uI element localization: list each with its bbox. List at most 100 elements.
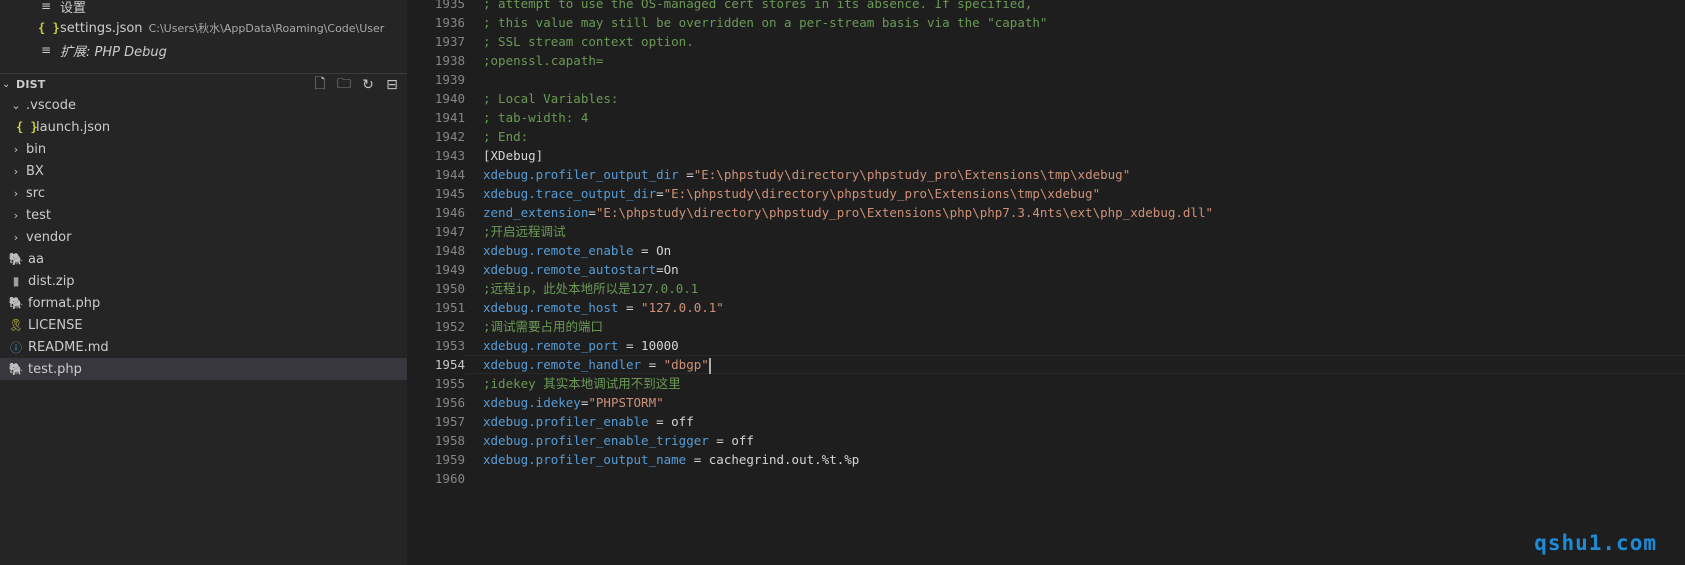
code-editor[interactable]: 1935 1936 1937 1938 1939 1940 1941 1942 1943 1944… — [407, 0, 1685, 565]
tree-item-license[interactable]: 🎗 LICENSE — [0, 314, 407, 336]
code-token: = off — [708, 433, 754, 448]
code-line[interactable]: ; End: — [483, 127, 1683, 146]
code-token: [XDebug] — [483, 148, 544, 163]
tree-item-launch-json[interactable]: { } launch.json — [0, 116, 407, 138]
tree-item-readme-md[interactable]: ⓘ README.md — [0, 336, 407, 358]
line-number: 1942 — [434, 129, 465, 144]
code-line[interactable]: ;openssl.capath= — [483, 51, 1683, 70]
code-line[interactable]: xdebug.profiler_enable_trigger = off — [483, 431, 1683, 450]
line-number: 1949 — [434, 262, 465, 277]
tree-item-bin[interactable]: › bin — [0, 138, 407, 160]
line-number: 1941 — [434, 110, 465, 125]
tree-item-bx[interactable]: › BX — [0, 160, 407, 182]
tree-item-label: LICENSE — [28, 317, 83, 333]
collapse-all-icon[interactable]: ⊟ — [383, 76, 401, 94]
line-number: 1959 — [434, 452, 465, 467]
tree-item-label: src — [26, 185, 45, 201]
code-line[interactable]: [XDebug] — [483, 146, 1683, 165]
chevron-down-icon: ⌄ — [2, 79, 11, 90]
chevron-right-icon[interactable]: › — [8, 143, 24, 156]
code-token: xdebug.profiler_enable — [483, 414, 649, 429]
code-line[interactable]: xdebug.profiler_output_name = cachegrind… — [483, 450, 1683, 469]
code-token: xdebug.remote_host — [483, 300, 619, 315]
code-text-area[interactable]: ; attempt to use the OS-managed cert sto… — [483, 0, 1683, 488]
code-token: "127.0.0.1" — [641, 300, 724, 315]
text-cursor — [708, 357, 711, 374]
code-token: ;远程ip，此处本地所以是127.0.0.1 — [483, 281, 699, 296]
tree-item-test[interactable]: › test — [0, 204, 407, 226]
code-line[interactable]: xdebug.remote_port = 10000 — [483, 336, 1683, 355]
code-token: "E:\phpstudy\directory\phpstudy_pro\Exte… — [595, 205, 1213, 220]
code-token: xdebug.trace_output_dir — [483, 186, 657, 201]
tree-item-dist-zip[interactable]: ▮ dist.zip — [0, 270, 407, 292]
code-line[interactable]: ​ — [483, 469, 1683, 488]
tree-item-label: test — [26, 207, 51, 223]
open-editor-item[interactable]: { } settings.json C:\Users\秋水\AppData\Roam… — [0, 17, 407, 39]
code-line[interactable]: xdebug.profiler_enable = off — [483, 412, 1683, 431]
line-number: 1957 — [434, 414, 465, 429]
code-line[interactable]: xdebug.profiler_output_dir ="E:\phpstudy… — [483, 165, 1683, 184]
code-line[interactable]: ; SSL stream context option. — [483, 32, 1683, 51]
line-number: 1937 — [434, 34, 465, 49]
chevron-right-icon[interactable]: › — [8, 209, 24, 222]
new-file-icon[interactable]: 🗋 — [311, 76, 329, 94]
open-editor-item[interactable]: ≡ 设置 — [0, 0, 407, 17]
tree-item-test-php[interactable]: 🐘 test.php — [0, 358, 407, 380]
code-line[interactable]: ;调试需要占用的端口 — [483, 317, 1683, 336]
code-token: xdebug.profiler_output_dir — [483, 167, 679, 182]
chevron-down-icon[interactable]: ⌄ — [8, 99, 24, 112]
code-line[interactable]: xdebug.remote_handler = "dbgp" — [483, 355, 1683, 374]
tree-item-format-php[interactable]: 🐘 format.php — [0, 292, 407, 314]
line-number: 1958 — [434, 433, 465, 448]
code-line[interactable]: xdebug.idekey="PHPSTORM" — [483, 393, 1683, 412]
tree-item-vendor[interactable]: › vendor — [0, 226, 407, 248]
code-line[interactable]: ; tab-width: 4 — [483, 108, 1683, 127]
code-line[interactable]: zend_extension="E:\phpstudy\directory\ph… — [483, 203, 1683, 222]
code-token: = — [641, 357, 664, 372]
tree-item-aa[interactable]: 🐘 aa — [0, 248, 407, 270]
explorer-section-header[interactable]: ⌄ DIST 🗋 🗀 ↻ ⊟ — [0, 73, 407, 95]
chevron-right-icon[interactable]: › — [8, 165, 24, 178]
chevron-right-icon[interactable]: › — [8, 187, 24, 200]
info-file-icon: ⓘ — [9, 340, 22, 355]
code-token: xdebug.profiler_output_name — [483, 452, 687, 467]
refresh-icon[interactable]: ↻ — [359, 76, 377, 94]
code-line[interactable]: ;开启远程调试 — [483, 222, 1683, 241]
code-line[interactable]: ;远程ip，此处本地所以是127.0.0.1 — [483, 279, 1683, 298]
chevron-right-icon[interactable]: › — [8, 231, 24, 244]
code-token: ;调试需要占用的端口 — [483, 319, 604, 334]
zip-file-icon: ▮ — [12, 274, 20, 288]
line-number: 1950 — [434, 281, 465, 296]
code-line[interactable]: xdebug.remote_enable = On — [483, 241, 1683, 260]
tree-item-label: README.md — [28, 339, 109, 355]
open-editor-path: C:\Users\秋水\AppData\Roaming\Code\User — [148, 22, 385, 35]
code-line[interactable]: xdebug.remote_host = "127.0.0.1" — [483, 298, 1683, 317]
open-editor-item[interactable]: ≡ 扩展: PHP Debug — [0, 39, 407, 61]
code-line[interactable]: ; this value may still be overridden on … — [483, 13, 1683, 32]
code-line[interactable]: ;idekey 其实本地调试用不到这里 — [483, 374, 1683, 393]
code-token: xdebug.remote_handler — [483, 357, 642, 372]
code-line[interactable]: xdebug.trace_output_dir="E:\phpstudy\dir… — [483, 184, 1683, 203]
code-line[interactable]: ; Local Variables: — [483, 89, 1683, 108]
code-line[interactable]: ; attempt to use the OS-managed cert sto… — [483, 0, 1683, 13]
tree-item-vscode[interactable]: ⌄ .vscode — [0, 94, 407, 116]
line-number: 1955 — [434, 376, 465, 391]
line-number: 1953 — [434, 338, 465, 353]
explorer-actions: 🗋 🗀 ↻ ⊟ — [305, 74, 401, 96]
code-token: = — [618, 300, 642, 315]
line-number: 1938 — [434, 53, 465, 68]
code-line[interactable]: xdebug.remote_autostart=On — [483, 260, 1683, 279]
tree-item-label: .vscode — [26, 97, 76, 113]
line-number: 1948 — [434, 243, 465, 258]
tree-item-label: test.php — [28, 361, 82, 377]
php-file-icon: 🐘 — [8, 362, 24, 376]
code-line[interactable]: ​ — [483, 70, 1683, 89]
tree-item-src[interactable]: › src — [0, 182, 407, 204]
code-token: = 10000 — [618, 338, 679, 353]
code-token: xdebug.remote_autostart — [483, 262, 657, 277]
new-folder-icon[interactable]: 🗀 — [335, 76, 353, 94]
settings-file-icon: ≡ — [40, 0, 52, 13]
tree-item-label: aa — [28, 251, 44, 267]
code-token: ; End: — [483, 129, 529, 144]
json-file-icon: { } — [38, 21, 60, 35]
